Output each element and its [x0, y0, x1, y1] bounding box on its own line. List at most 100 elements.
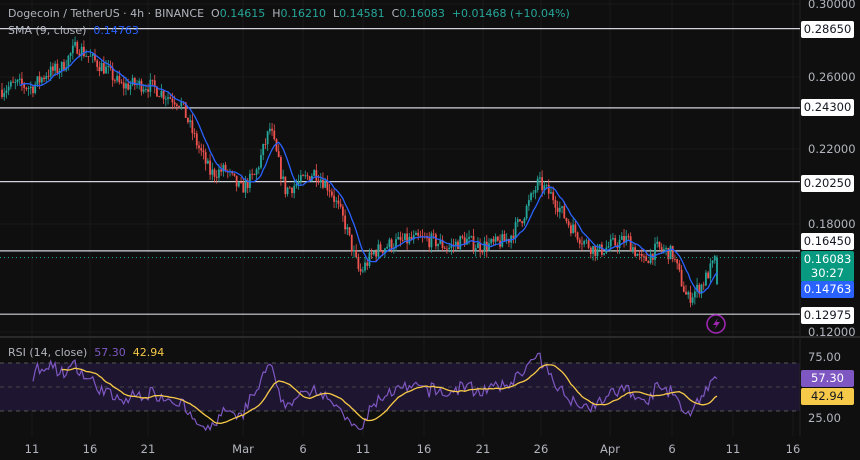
candle: [421, 229, 424, 243]
candle: [337, 194, 340, 210]
candle: [328, 184, 331, 198]
candle: [386, 243, 389, 250]
candle: [716, 255, 718, 285]
candle: [65, 59, 68, 73]
candle: [519, 219, 521, 223]
candle: [12, 76, 14, 83]
candle: [151, 79, 154, 86]
candle: [335, 197, 338, 209]
candle: [189, 114, 192, 128]
candle: [647, 260, 650, 264]
lightning-icon[interactable]: [706, 314, 726, 334]
candle: [397, 231, 400, 241]
candle: [576, 231, 579, 243]
candle: [341, 204, 344, 222]
candle: [257, 165, 260, 174]
candle: [253, 173, 256, 176]
candle: [536, 175, 539, 193]
candle: [645, 253, 648, 262]
candle: [419, 230, 422, 237]
candle: [284, 176, 287, 198]
rsi-tick: 25.00: [808, 411, 841, 425]
candle: [47, 69, 50, 80]
current-price-tag: 0.16083 30:27: [801, 251, 854, 282]
candle: [713, 254, 716, 264]
high-label: H: [272, 7, 281, 20]
candle: [264, 138, 267, 150]
candle: [111, 62, 114, 87]
rsi-legend[interactable]: RSI (14, close) 57.30 42.94: [8, 346, 164, 359]
sma-value: 0.14763: [93, 24, 139, 37]
candle: [705, 270, 707, 287]
candle: [162, 89, 165, 104]
price-tick: 0.18000: [808, 217, 856, 231]
candle: [527, 194, 530, 211]
price-chart[interactable]: [0, 0, 860, 460]
current-price: 0.16083: [803, 252, 852, 266]
level-tag: 0.24300: [801, 99, 854, 116]
high-value: 0.16210: [280, 7, 327, 20]
rsi-tick: 75.00: [808, 350, 841, 364]
candle: [302, 173, 304, 177]
candle: [512, 229, 515, 244]
candle: [406, 227, 408, 250]
candle: [38, 71, 41, 90]
candle: [9, 80, 12, 90]
candle: [83, 40, 85, 58]
candle: [235, 175, 238, 192]
candle: [140, 78, 143, 96]
candle: [634, 243, 636, 258]
candle: [685, 285, 687, 295]
candle: [204, 148, 207, 171]
candle: [211, 162, 214, 181]
candle: [113, 78, 116, 84]
level-tag: 0.20250: [801, 175, 854, 192]
candle: [696, 277, 698, 298]
sma-legend[interactable]: SMA (9, close) 0.14763: [8, 24, 139, 37]
candle: [195, 130, 198, 150]
symbol-legend[interactable]: Dogecoin / TetherUS · 4h · BINANCE O0.14…: [8, 7, 570, 20]
rsi-ma-value: 42.94: [132, 346, 165, 359]
candle: [656, 236, 659, 248]
candle-countdown: 30:27: [810, 266, 845, 280]
candle: [503, 230, 506, 241]
candle: [689, 285, 692, 308]
candle: [326, 175, 329, 196]
candle: [658, 241, 661, 250]
candle: [21, 72, 23, 91]
candle: [488, 238, 490, 252]
time-tick: 11: [725, 442, 741, 456]
candle: [417, 229, 420, 241]
candle: [403, 233, 406, 241]
time-tick: 26: [533, 442, 549, 456]
candle: [558, 201, 561, 219]
candle: [607, 241, 610, 249]
candle: [680, 265, 683, 287]
candle: [266, 130, 269, 151]
candle: [631, 243, 634, 254]
candle: [122, 75, 125, 96]
candle: [623, 229, 625, 248]
candle: [605, 240, 608, 255]
time-tick: 21: [475, 442, 491, 456]
symbol-title: Dogecoin / TetherUS · 4h · BINANCE: [8, 7, 205, 20]
candle: [514, 217, 517, 244]
candle: [594, 245, 597, 262]
level-tag: 0.12975: [801, 307, 854, 324]
candle: [313, 169, 316, 177]
candle: [581, 236, 583, 251]
candle: [627, 233, 630, 241]
low-value: 0.14581: [339, 7, 385, 20]
candle: [556, 200, 559, 217]
change-value: +0.01468 (+10.04%): [451, 7, 570, 20]
candle: [158, 95, 161, 98]
time-tick: 11: [355, 442, 371, 456]
candle: [682, 281, 685, 293]
candle: [74, 36, 76, 48]
candle: [603, 252, 606, 256]
candle: [707, 270, 710, 279]
candle: [450, 238, 453, 255]
candle: [153, 74, 156, 94]
candle: [693, 288, 696, 305]
open-value: 0.14615: [219, 7, 266, 20]
